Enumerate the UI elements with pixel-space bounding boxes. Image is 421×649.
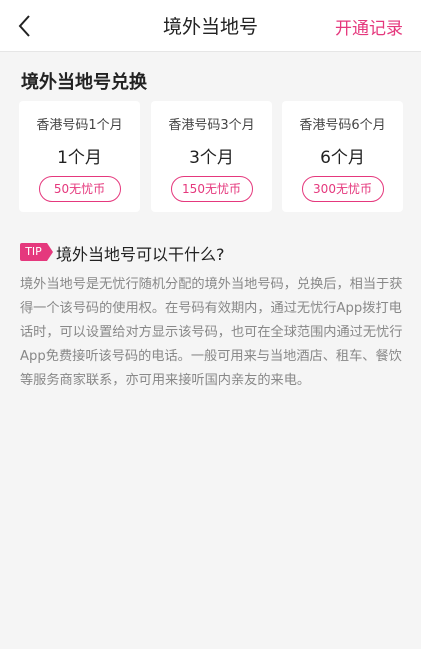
plan-name: 香港号码6个月 [299, 118, 386, 133]
tip-heading: 境外当地号可以干什么? [56, 245, 225, 264]
plan-price-button[interactable]: 150无忧币 [170, 176, 253, 202]
activation-records-link[interactable]: 开通记录 [335, 14, 403, 39]
tip-description: 境外当地号是无忧行随机分配的境外当地号码，兑换后，相当于获得一个该号码的使用权。… [20, 277, 403, 388]
plan-card-3-months[interactable]: 香港号码3个月 3个月 150无忧币 [151, 101, 272, 212]
plan-name: 香港号码1个月 [36, 118, 123, 133]
plan-price-button[interactable]: 50无忧币 [38, 176, 121, 202]
plan-duration: 6个月 [320, 148, 365, 168]
nav-bar: 境外当地号 开通记录 [0, 0, 421, 52]
plan-price-button[interactable]: 300无忧币 [301, 176, 384, 202]
section-title: 境外当地号兑换 [21, 72, 147, 93]
chevron-left-icon [18, 15, 30, 37]
tip-badge: TIP [20, 243, 53, 261]
plan-name: 香港号码3个月 [168, 118, 255, 133]
plan-duration: 3个月 [189, 148, 234, 168]
plan-duration: 1个月 [57, 148, 102, 168]
plan-card-1-month[interactable]: 香港号码1个月 1个月 50无忧币 [19, 101, 140, 212]
back-button[interactable] [14, 13, 38, 39]
plan-cards: 香港号码1个月 1个月 50无忧币 香港号码3个月 3个月 150无忧币 香港号… [19, 101, 403, 212]
plan-card-6-months[interactable]: 香港号码6个月 6个月 300无忧币 [282, 101, 403, 212]
